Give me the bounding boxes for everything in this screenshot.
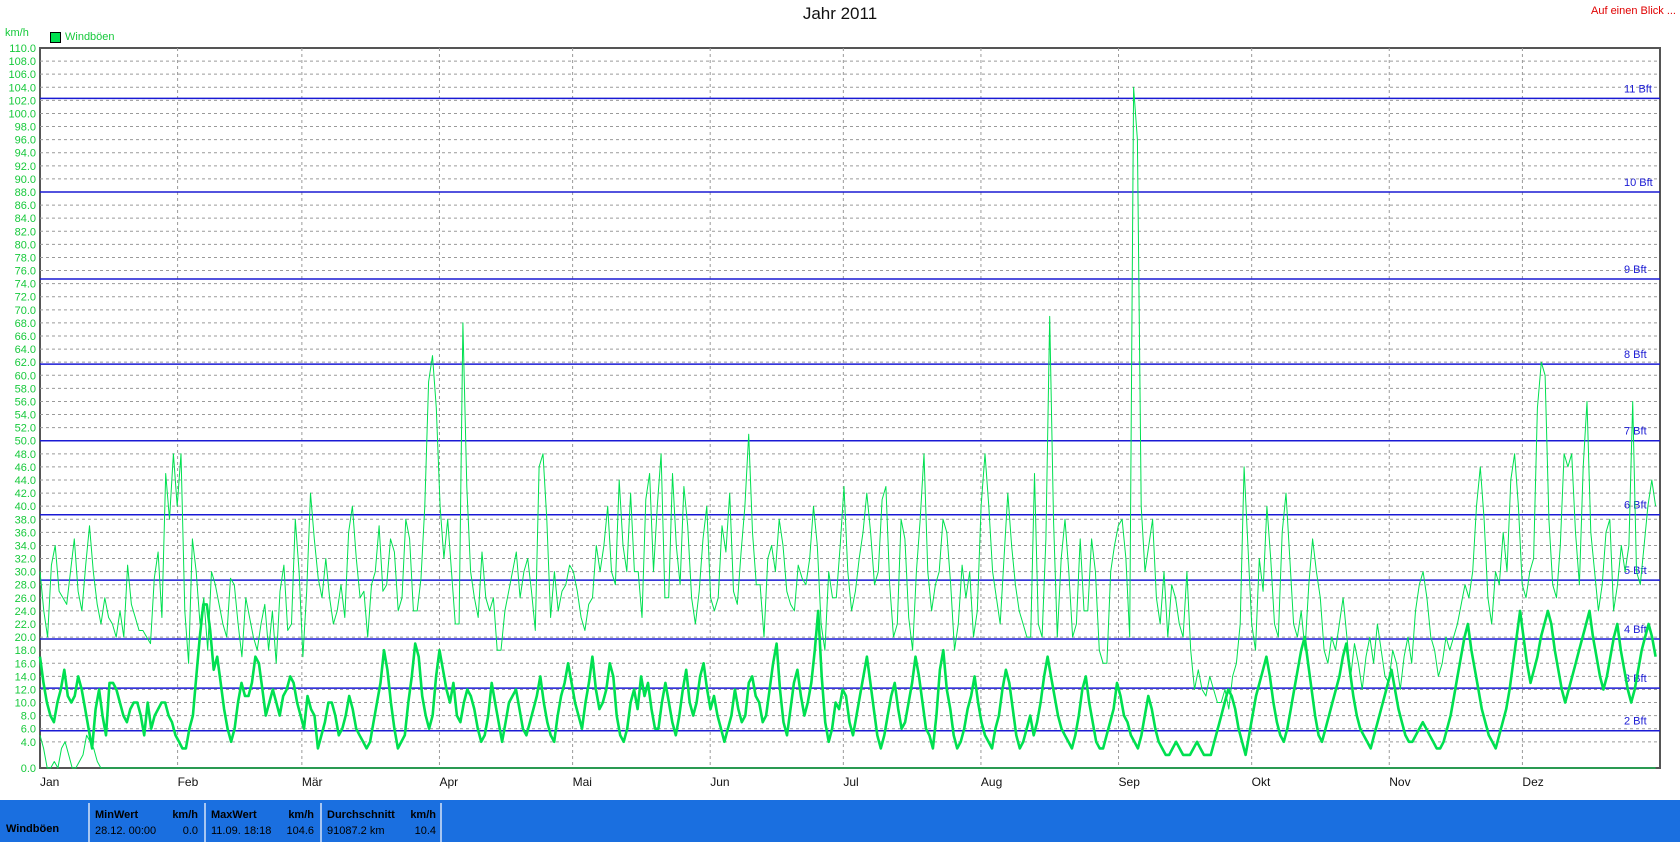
stats-max-date: 11.09. 18:18 bbox=[211, 825, 272, 837]
stats-avg-header: Durchschnitt bbox=[327, 809, 395, 821]
y-tick-label: 98.0 bbox=[15, 122, 36, 134]
beaufort-label: 9 Bft bbox=[1624, 264, 1647, 276]
stats-min-unit: km/h bbox=[172, 809, 198, 821]
stats-avg-cell: Durchschnitt km/h 91087.2 km 10.4 bbox=[320, 803, 442, 842]
y-tick-label: 42.0 bbox=[15, 488, 36, 500]
y-tick-label: 50.0 bbox=[15, 436, 36, 448]
y-tick-label: 66.0 bbox=[15, 331, 36, 343]
y-tick-label: 40.0 bbox=[15, 501, 36, 513]
y-tick-label: 84.0 bbox=[15, 213, 36, 225]
y-tick-label: 34.0 bbox=[15, 540, 36, 552]
y-tick-label: 8.0 bbox=[21, 711, 36, 723]
month-label: Nov bbox=[1389, 775, 1410, 789]
y-tick-label: 94.0 bbox=[15, 148, 36, 160]
y-tick-label: 6.0 bbox=[21, 724, 36, 736]
month-label: Aug bbox=[981, 775, 1002, 789]
month-label: Okt bbox=[1252, 775, 1271, 789]
beaufort-label: 2 Bft bbox=[1624, 716, 1647, 728]
y-tick-label: 60.0 bbox=[15, 370, 36, 382]
y-tick-label: 4.0 bbox=[21, 737, 36, 749]
y-tick-label: 82.0 bbox=[15, 226, 36, 238]
month-label: Sep bbox=[1119, 775, 1141, 789]
stats-max-header: MaxWert bbox=[211, 809, 257, 821]
month-label: Mär bbox=[302, 775, 323, 789]
y-tick-label: 102.0 bbox=[8, 95, 36, 107]
y-tick-label: 104.0 bbox=[8, 82, 36, 94]
y-tick-label: 36.0 bbox=[15, 527, 36, 539]
y-tick-label: 14.0 bbox=[15, 671, 36, 683]
y-tick-label: 56.0 bbox=[15, 396, 36, 408]
stats-min-date: 28.12. 00:00 bbox=[95, 825, 157, 837]
y-tick-label: 48.0 bbox=[15, 449, 36, 461]
month-label: Jan bbox=[40, 775, 59, 789]
y-tick-label: 64.0 bbox=[15, 344, 36, 356]
y-tick-label: 26.0 bbox=[15, 593, 36, 605]
y-tick-label: 54.0 bbox=[15, 410, 36, 422]
y-tick-label: 100.0 bbox=[8, 108, 36, 120]
y-tick-label: 28.0 bbox=[15, 580, 36, 592]
beaufort-label: 10 Bft bbox=[1624, 177, 1653, 189]
y-tick-label: 20.0 bbox=[15, 632, 36, 644]
y-tick-label: 62.0 bbox=[15, 357, 36, 369]
stats-max-unit: km/h bbox=[288, 809, 314, 821]
y-tick-label: 76.0 bbox=[15, 266, 36, 278]
y-tick-label: 52.0 bbox=[15, 423, 36, 435]
y-tick-label: 110.0 bbox=[9, 43, 36, 55]
stats-max-value: 104.6 bbox=[286, 825, 314, 837]
y-tick-label: 44.0 bbox=[15, 475, 36, 487]
y-tick-label: 106.0 bbox=[8, 69, 36, 81]
stats-series-name: Windböen bbox=[6, 823, 60, 835]
y-tick-label: 108.0 bbox=[8, 56, 36, 68]
stats-avg-unit: km/h bbox=[410, 809, 436, 821]
stats-avg-value: 10.4 bbox=[414, 825, 436, 837]
month-label: Apr bbox=[439, 775, 458, 789]
y-tick-label: 74.0 bbox=[15, 279, 36, 291]
beaufort-label: 4 Bft bbox=[1624, 624, 1647, 636]
stats-min-value: 0.0 bbox=[182, 825, 198, 837]
y-tick-label: 86.0 bbox=[15, 200, 36, 212]
y-tick-label: 90.0 bbox=[15, 174, 36, 186]
y-tick-label: 92.0 bbox=[15, 161, 36, 173]
y-tick-label: 22.0 bbox=[15, 619, 36, 631]
y-tick-label: 68.0 bbox=[15, 318, 36, 330]
stats-bar: Windböen MinWert km/h 28.12. 00:00 0.0 M… bbox=[0, 800, 1680, 842]
month-label: Feb bbox=[178, 775, 199, 789]
plot-area bbox=[39, 47, 1661, 769]
stats-avg-distance: 91087.2 km bbox=[327, 825, 385, 837]
beaufort-label: 7 Bft bbox=[1624, 426, 1647, 438]
y-tick-label: 16.0 bbox=[15, 658, 36, 670]
beaufort-label: 5 Bft bbox=[1624, 565, 1647, 577]
y-tick-label: 10.0 bbox=[15, 698, 36, 710]
y-tick-label: 38.0 bbox=[15, 514, 36, 526]
stats-max-cell: MaxWert km/h 11.09. 18:18 104.6 bbox=[204, 803, 318, 842]
month-label: Mai bbox=[573, 775, 592, 789]
month-label: Jul bbox=[843, 775, 858, 789]
month-label: Dez bbox=[1522, 775, 1543, 789]
stats-min-header: MinWert bbox=[95, 809, 139, 821]
y-tick-label: 78.0 bbox=[15, 252, 36, 264]
y-tick-label: 70.0 bbox=[15, 305, 36, 317]
y-tick-label: 58.0 bbox=[15, 383, 36, 395]
y-tick-label: 46.0 bbox=[15, 462, 36, 474]
y-tick-label: 96.0 bbox=[15, 135, 36, 147]
beaufort-label: 8 Bft bbox=[1624, 349, 1647, 361]
y-tick-label: 12.0 bbox=[15, 684, 36, 696]
stats-min-cell: MinWert km/h 28.12. 00:00 0.0 bbox=[88, 803, 202, 842]
chart-svg: 0.0 4.06.08.010.0 12.014.016.018.020.022.0… bbox=[8, 43, 1661, 789]
y-tick-label: 80.0 bbox=[15, 239, 36, 251]
y-tick-label: 72.0 bbox=[15, 292, 36, 304]
y-tick-label: 88.0 bbox=[15, 187, 36, 199]
y-tick-label: 18.0 bbox=[15, 645, 36, 657]
y-tick-label: 24.0 bbox=[15, 606, 36, 618]
month-label: Jun bbox=[710, 775, 729, 789]
y-tick-label: 30.0 bbox=[15, 567, 36, 579]
y-tick-label: 0.0 bbox=[21, 763, 36, 775]
y-tick-label: 32.0 bbox=[15, 554, 36, 566]
beaufort-label: 11 Bft bbox=[1624, 83, 1652, 95]
